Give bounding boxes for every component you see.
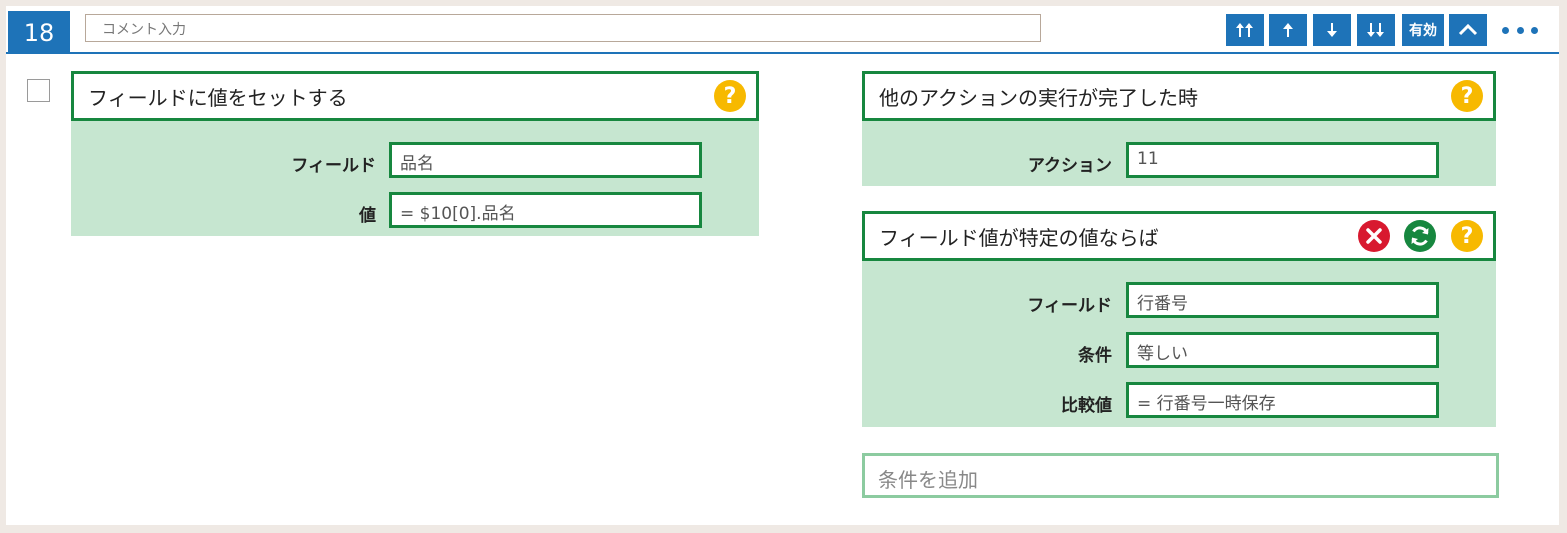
action-panel-title: フィールドに値をセットする [88,85,348,110]
row-number: 18 [8,11,70,54]
compare-value-label: 比較値 [1061,396,1112,416]
condition-operator-input[interactable]: 等しい [1126,332,1439,368]
field-label: フィールド [291,156,376,176]
row-select-checkbox[interactable] [27,79,50,102]
move-to-top-button[interactable] [1226,14,1264,46]
condition-panel-header[interactable]: フィールド値が特定の値ならば [862,211,1496,261]
value-input[interactable]: = $10[0].品名 [389,192,702,228]
move-down-button[interactable] [1313,14,1351,46]
double-arrow-down-icon [1367,23,1384,37]
refresh-icon [1411,226,1429,246]
trigger-panel: 他のアクションの実行が完了した時 ? アクション 11 [862,71,1496,186]
action-panel-header[interactable]: フィールドに値をセットする [71,71,759,121]
help-icon[interactable]: ? [1451,80,1483,112]
enabled-toggle-button[interactable]: 有効 [1402,14,1444,46]
condition-operator-label: 条件 [1078,346,1112,366]
trigger-panel-title: 他のアクションの実行が完了した時 [879,85,1198,110]
more-dot-icon [1502,26,1509,34]
double-arrow-up-icon [1236,23,1253,37]
move-up-button[interactable] [1269,14,1307,46]
close-icon [1366,228,1382,244]
compare-value-input[interactable]: = 行番号一時保存 [1126,382,1439,418]
arrow-down-icon [1327,23,1337,37]
more-dot-icon [1516,26,1524,34]
condition-field-label: フィールド [1027,296,1112,316]
collapse-button[interactable] [1449,14,1487,46]
refresh-condition-button[interactable] [1404,220,1436,252]
help-icon[interactable]: ? [714,80,746,112]
add-condition-box[interactable]: 条件を追加 [862,453,1499,498]
arrow-up-icon [1283,23,1293,37]
value-label: 値 [359,206,376,226]
more-options-button[interactable] [1502,20,1538,40]
comment-input[interactable] [85,14,1041,42]
chevron-up-icon [1458,23,1478,36]
action-row-card: 18 有効 [6,6,1559,525]
delete-condition-button[interactable] [1358,220,1390,252]
help-icon[interactable]: ? [1451,220,1483,252]
action-panel: フィールドに値をセットする ? フィールド 品名 値 = $10[0].品名 [71,71,759,236]
action-label: アクション [1027,156,1112,176]
row-header: 18 有効 [6,6,1559,54]
condition-panel-title: フィールド値が特定の値ならば [879,225,1159,250]
trigger-panel-header[interactable]: 他のアクションの実行が完了した時 [862,71,1496,121]
action-input[interactable]: 11 [1126,142,1439,178]
move-to-bottom-button[interactable] [1357,14,1395,46]
header-divider [6,52,1559,54]
field-input[interactable]: 品名 [389,142,702,178]
condition-field-input[interactable]: 行番号 [1126,282,1439,318]
condition-panel: フィールド値が特定の値ならば ? フィールド 行番号 条件 等しい 比較値 = … [862,211,1496,427]
more-dot-icon [1531,26,1538,34]
